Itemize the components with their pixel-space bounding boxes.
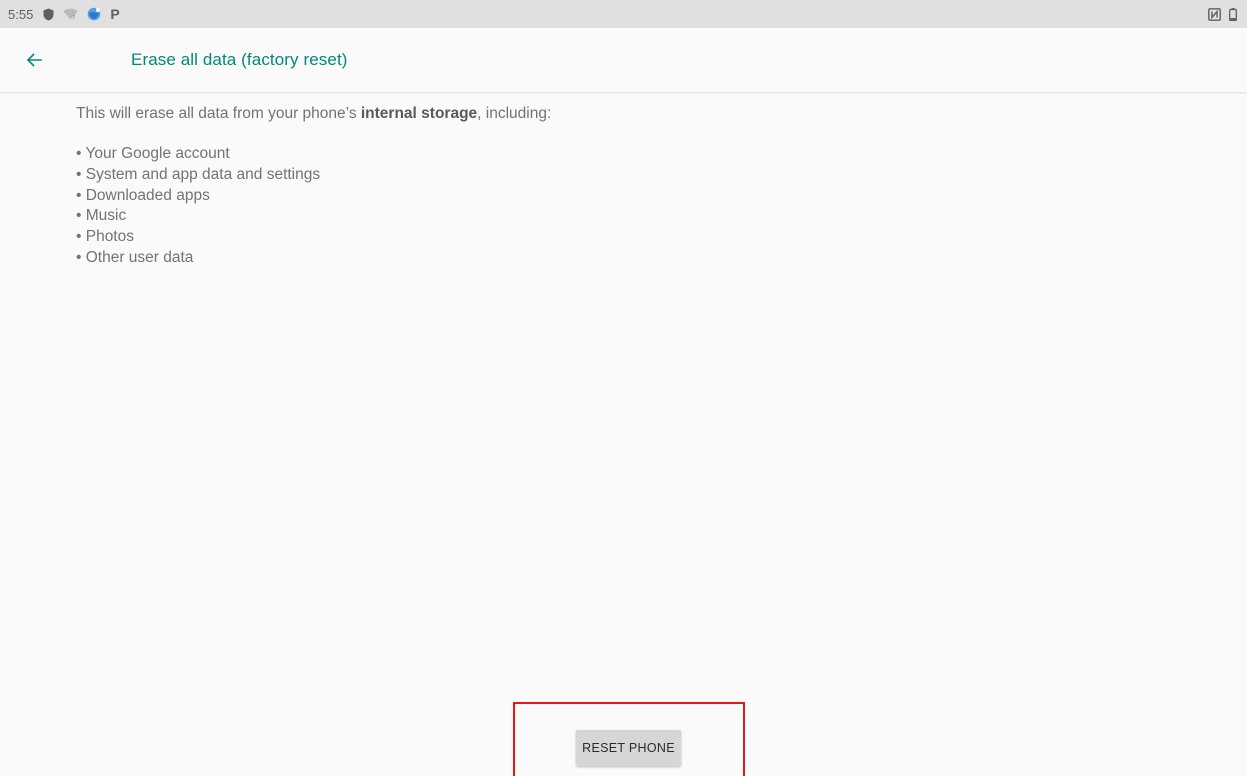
- nfc-icon: [1208, 7, 1221, 21]
- parking-p-glyph: P: [110, 6, 120, 22]
- wifi-icon: ?: [63, 8, 79, 21]
- list-item: • System and app data and settings: [76, 165, 321, 183]
- screen: 5:55 ? P Erase all data (factory reset) …: [0, 0, 1247, 776]
- intro-text-bold: internal storage: [360, 105, 478, 122]
- intro-text-start: This will erase all data from your phone…: [76, 105, 361, 122]
- vpn-globe-icon: [87, 7, 101, 21]
- parking-p-icon: P: [110, 6, 119, 22]
- reset-description: This will erase all data from your phone…: [76, 104, 1176, 269]
- list-item: • Your Google account: [76, 145, 230, 162]
- page-title: Erase all data (factory reset): [131, 50, 348, 69]
- intro-text-end: , including:: [477, 105, 552, 122]
- battery-icon: [1229, 7, 1237, 21]
- status-bar: 5:55 ? P: [0, 0, 1247, 28]
- status-icons-left: ? P: [43, 6, 120, 22]
- arrow-left-icon: [26, 53, 42, 67]
- list-item: • Other user data: [76, 248, 194, 266]
- intro-text: This will erase all data from your phone…: [76, 104, 1176, 124]
- back-button[interactable]: [16, 42, 52, 78]
- erase-items-list: • Your Google account • System and app d…: [76, 144, 1176, 269]
- svg-text:?: ?: [73, 15, 76, 21]
- list-item: • Downloaded apps: [76, 186, 210, 204]
- shield-icon: [43, 8, 54, 21]
- list-item: • Music: [76, 207, 127, 225]
- status-icons-right: [1208, 7, 1239, 21]
- reset-phone-button[interactable]: RESET PHONE: [576, 730, 681, 766]
- status-time: 5:55: [8, 6, 34, 22]
- list-item: • Photos: [76, 228, 134, 246]
- app-bar: Erase all data (factory reset): [0, 28, 1247, 92]
